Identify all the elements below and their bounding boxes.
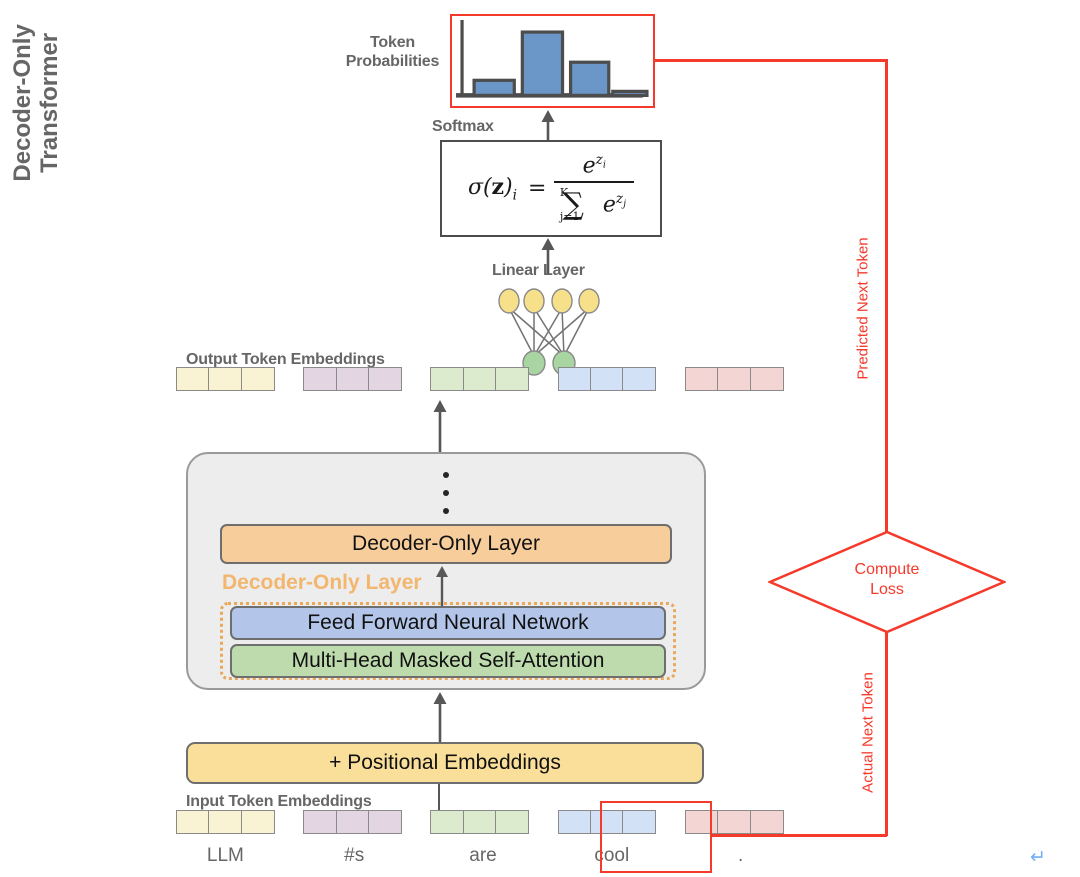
output-embedding-group-5 [684, 367, 784, 391]
formula-numerator: ezi [582, 152, 606, 179]
compute-loss-text: Compute Loss [768, 560, 1006, 600]
linear-node-in-4 [578, 288, 600, 314]
arrow-positional-to-transformer [432, 692, 448, 742]
input-token-label-3: are [469, 845, 497, 866]
formula-fraction: ezi ∑ K j=1 ezj [554, 152, 635, 224]
softmax-formula-box: σ(z)i = ezi ∑ K j=1 ezj [440, 140, 662, 237]
chart-bar-1 [472, 78, 516, 97]
arrow-softmax-to-probabilities [540, 110, 556, 140]
linear-layer-label: Linear Layer [492, 262, 585, 279]
softmax-label: Softmax [432, 118, 494, 135]
decoder-only-transformer-box: Decoder-Only Layer Decoder-Only Layer Fe… [186, 452, 706, 690]
ellipsis-dot [443, 472, 449, 478]
compute-loss-diamond: Compute Loss [766, 530, 1008, 634]
arrow-up-icon [433, 692, 447, 742]
embedding-cell [495, 367, 530, 391]
predicted-next-token-label: Predicted Next Token [854, 237, 872, 380]
decoder-only-layer-block: Decoder-Only Layer [220, 524, 672, 564]
linear-node-in-1 [498, 288, 520, 314]
transformer-side-label-line1: Decoder-Only [9, 24, 37, 182]
red-line-predicted-vertical [885, 59, 888, 532]
softmax-formula: σ(z)i = ezi ∑ K j=1 ezj [467, 152, 635, 224]
input-embedding-group-2 [303, 810, 403, 834]
linear-layer-graph [496, 286, 604, 376]
chart-bar-3 [568, 60, 611, 97]
input-token-label-1: LLM [206, 845, 244, 866]
embedding-cell [368, 810, 403, 834]
embedding-cell [208, 810, 243, 834]
transformer-side-label-line2: Transformer [36, 32, 63, 173]
embedding-cell [590, 367, 625, 391]
formula-sum-term: ezj [602, 190, 627, 218]
linear-node-in-2 [523, 288, 545, 314]
embedding-cell [335, 810, 370, 834]
self-attention-block: Multi-Head Masked Self-Attention [230, 644, 666, 678]
arrow-up-icon [436, 566, 448, 606]
arrow-transformer-to-output [432, 400, 448, 452]
embedding-cell [240, 810, 275, 834]
embedding-cell [176, 367, 210, 391]
embedding-cell [208, 367, 243, 391]
arrow-up-icon [433, 400, 447, 452]
linear-layer-svg [498, 288, 600, 376]
formula-lhs: σ(z)i [467, 173, 517, 204]
embedding-cell [557, 810, 592, 834]
output-embedding-group-4 [557, 367, 657, 391]
positional-embeddings-block: + Positional Embeddings [186, 742, 704, 784]
linear-node-in-3 [551, 288, 573, 314]
feed-forward-block: Feed Forward Neural Network [230, 606, 666, 640]
output-token-embeddings-row [176, 367, 784, 391]
arrow-up-icon [541, 110, 555, 140]
embedding-cell [622, 367, 657, 391]
token-probabilities-label-line1: Token [370, 34, 415, 51]
transformer-side-label: Decoder-Only Transformer [9, 0, 64, 218]
formula-denominator: ∑ K j=1 ezj [559, 185, 627, 224]
embedding-cell [557, 367, 592, 391]
linear-layer-connections [508, 307, 590, 357]
embedding-cell [717, 810, 752, 834]
probability-bar-chart-svg [456, 20, 649, 98]
compute-loss-line2: Loss [870, 581, 904, 598]
stacked-layers-ellipsis [443, 472, 449, 526]
enter-return-icon: ↵ [1030, 847, 1046, 868]
embedding-cell [430, 367, 465, 391]
compute-loss-line1: Compute [854, 561, 920, 578]
ellipsis-dot [443, 490, 449, 496]
actual-next-token-highlight-box [600, 801, 712, 873]
output-embedding-group-3 [430, 367, 530, 391]
embedding-cell [749, 810, 784, 834]
chart-bar-2 [520, 30, 565, 97]
formula-equals: = [521, 175, 547, 201]
chart-bar-4 [611, 89, 649, 97]
decoder-only-layer-dotted-label: Decoder-Only Layer [222, 571, 422, 594]
embedding-cell [684, 367, 719, 391]
diagram-canvas: Token Probabilities Softmax σ(z)i = ezi [0, 0, 1080, 877]
embedding-cell [176, 810, 210, 834]
embedding-cell [495, 810, 530, 834]
input-embedding-group-3 [430, 810, 530, 834]
token-probabilities-chart [450, 14, 655, 108]
red-line-top-horizontal [653, 59, 888, 62]
output-embedding-group-1 [176, 367, 275, 391]
token-probabilities-label: Token Probabilities [345, 34, 440, 72]
input-token-label-2: #s [344, 845, 365, 866]
embedding-cell [717, 367, 752, 391]
embedding-cell [335, 367, 370, 391]
embedding-cell [749, 367, 784, 391]
red-line-actual-vertical [885, 632, 888, 836]
embedding-cell [462, 810, 497, 834]
embedding-cell [462, 367, 497, 391]
token-probabilities-label-line2: Probabilities [345, 52, 440, 70]
red-line-bottom-horizontal [710, 834, 887, 837]
output-embedding-group-2 [303, 367, 403, 391]
actual-next-token-label: Actual Next Token [859, 672, 877, 793]
embedding-cell [368, 367, 403, 391]
embedding-cell [303, 810, 338, 834]
embedding-cell [430, 810, 465, 834]
arrow-inner-layer-to-decoder [434, 566, 450, 606]
input-embedding-group-1 [176, 810, 275, 834]
embedding-cell [240, 367, 275, 391]
ellipsis-dot [443, 508, 449, 514]
embedding-cell [303, 367, 338, 391]
